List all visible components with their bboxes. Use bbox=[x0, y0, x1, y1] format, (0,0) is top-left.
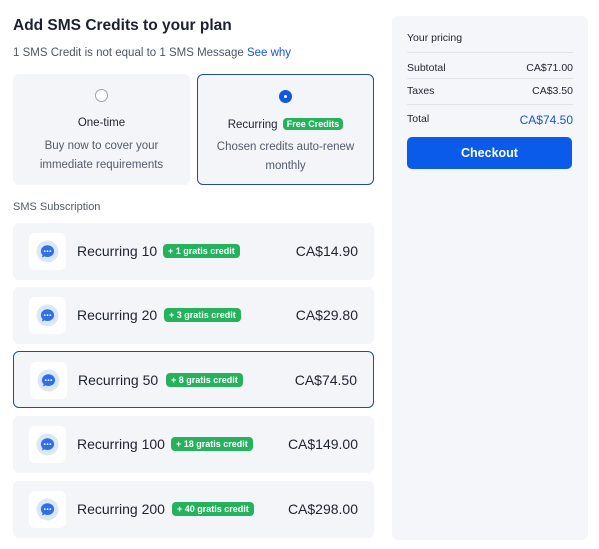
plan-name: Recurring 20 bbox=[77, 307, 158, 323]
see-why-link[interactable]: See why bbox=[247, 47, 291, 59]
option-one-time[interactable]: One-time Buy now to cover your immediate… bbox=[13, 74, 190, 185]
subtotal-label: Subtotal bbox=[407, 62, 446, 74]
one-time-description: Buy now to cover your immediate requirem… bbox=[39, 140, 164, 171]
page-title: Add SMS Credits to your plan bbox=[13, 17, 232, 34]
message-bubble-icon bbox=[29, 426, 66, 463]
one-time-radio[interactable] bbox=[95, 89, 108, 102]
total-value: CA$74.50 bbox=[519, 113, 573, 127]
message-bubble-icon bbox=[29, 491, 66, 528]
gratis-credit-badge: + 8 gratis credit bbox=[166, 373, 243, 387]
plan-name: Recurring 100 bbox=[77, 436, 165, 452]
plan-name: Recurring 10 bbox=[77, 243, 158, 259]
plan-price: CA$29.80 bbox=[295, 307, 358, 323]
taxes-label: Taxes bbox=[407, 85, 435, 97]
total-row: Total CA$74.50 bbox=[407, 113, 573, 127]
plan-card[interactable]: Recurring 100 + 18 gratis credit CA$149.00 bbox=[13, 416, 374, 473]
checkout-button[interactable]: Checkout bbox=[407, 137, 572, 169]
recurring-label: Recurring bbox=[227, 119, 278, 131]
gratis-credit-badge: + 18 gratis credit bbox=[171, 437, 253, 451]
recurring-heading: Recurring Free Credits bbox=[198, 118, 373, 131]
plan-price: CA$14.90 bbox=[295, 243, 358, 259]
message-bubble-icon bbox=[30, 362, 67, 399]
pricing-panel: Your pricing Subtotal CA$71.00 Taxes CA$… bbox=[392, 16, 588, 540]
one-time-label: One-time bbox=[77, 117, 126, 129]
total-label: Total bbox=[407, 113, 430, 125]
recurring-description: Chosen credits auto-renew monthly bbox=[216, 141, 355, 172]
gratis-credit-badge: + 40 gratis credit bbox=[172, 502, 254, 516]
plan-price: CA$149.00 bbox=[287, 436, 358, 452]
message-bubble-icon bbox=[29, 233, 66, 270]
plan-card[interactable]: Recurring 10 + 1 gratis credit CA$14.90 bbox=[13, 223, 374, 280]
taxes-value: CA$3.50 bbox=[532, 85, 573, 97]
gratis-credit-badge: + 3 gratis credit bbox=[164, 308, 241, 322]
recurring-radio[interactable] bbox=[279, 90, 292, 103]
plan-card[interactable]: Recurring 50 + 8 gratis credit CA$74.50 bbox=[13, 351, 374, 408]
sms-subscription-label: SMS Subscription bbox=[13, 201, 101, 213]
free-credits-badge: Free Credits bbox=[282, 118, 344, 130]
subtotal-value: CA$71.00 bbox=[526, 62, 573, 74]
plan-price: CA$298.00 bbox=[287, 501, 358, 517]
plan-price: CA$74.50 bbox=[294, 372, 357, 388]
divider bbox=[407, 52, 573, 53]
divider bbox=[407, 78, 573, 79]
taxes-row: Taxes CA$3.50 bbox=[407, 85, 573, 97]
credit-note-text: 1 SMS Credit is not equal to 1 SMS Messa… bbox=[13, 47, 244, 59]
plan-card[interactable]: Recurring 20 + 3 gratis credit CA$29.80 bbox=[13, 287, 374, 344]
gratis-credit-badge: + 1 gratis credit bbox=[163, 244, 240, 258]
option-recurring[interactable]: Recurring Free Credits Chosen credits au… bbox=[197, 74, 374, 185]
plan-name: Recurring 200 bbox=[77, 501, 165, 517]
pricing-title: Your pricing bbox=[407, 32, 463, 44]
divider bbox=[407, 104, 573, 105]
message-bubble-icon bbox=[29, 297, 66, 334]
credit-note: 1 SMS Credit is not equal to 1 SMS Messa… bbox=[13, 47, 291, 59]
plan-name: Recurring 50 bbox=[78, 372, 159, 388]
subtotal-row: Subtotal CA$71.00 bbox=[407, 62, 573, 74]
plan-card[interactable]: Recurring 200 + 40 gratis credit CA$298.00 bbox=[13, 481, 374, 538]
